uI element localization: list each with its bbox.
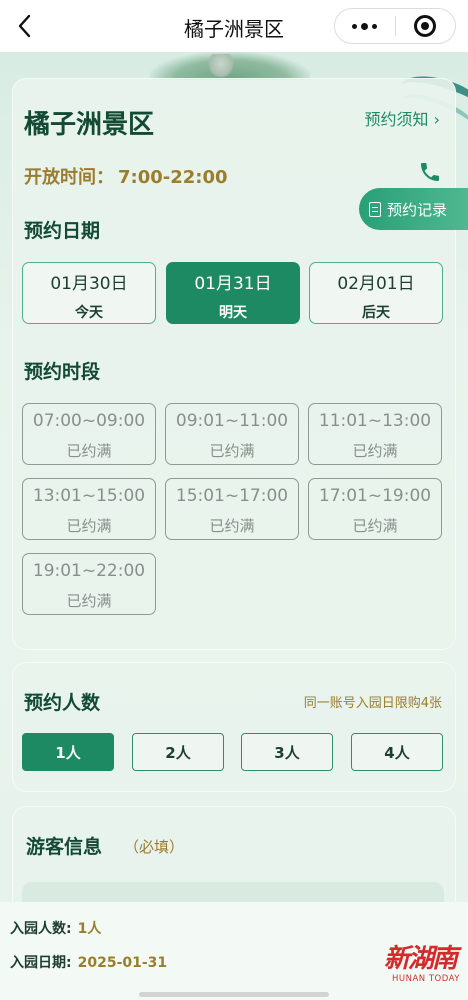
people-option-1[interactable]: 1人 [22,733,114,771]
people-section-title: 预约人数 [24,692,101,714]
time-slot[interactable]: 07:00~09:00 已约满 [22,403,156,465]
hunan-today-watermark: 新湖南 HUNAN TODAY [384,944,464,994]
date-option-today[interactable]: 01月30日 今天 [22,262,156,324]
date-section-title: 预约日期 [24,220,101,242]
date-option-day-after[interactable]: 02月01日 后天 [309,262,443,324]
booking-notice-link[interactable]: 预约须知 › [365,106,441,130]
booking-records-label: 预约记录 [387,200,448,219]
visitor-count-label: 入园人数: [10,921,72,937]
people-card [12,662,456,792]
people-option-2[interactable]: 2人 [132,733,224,771]
slot-time: 17:01~19:00 [318,486,432,506]
opening-hours: 开放时间： 7:00-22:00 [24,163,228,189]
document-icon [369,201,381,217]
watermark-en: HUNAN TODAY [392,974,460,984]
people-limit-note: 同一账号入园日限购4张 [303,696,442,711]
people-option-4[interactable]: 4人 [351,733,443,771]
more-menu-button[interactable] [335,9,395,43]
date-option-label: 明天 [219,305,247,321]
slot-status: 已约满 [209,442,255,460]
time-slot[interactable]: 09:01~11:00 已约满 [165,403,299,465]
scenic-name: 橘子洲景区 [24,110,155,140]
entry-date-label: 入园日期: [10,955,72,971]
slot-time: 13:01~15:00 [32,486,146,506]
date-option-date: 01月30日 [50,274,128,294]
date-option-label: 今天 [75,305,103,321]
slot-time: 09:01~11:00 [175,411,289,431]
visitor-count-row: 入园人数: 1人 [10,918,101,938]
slot-status: 已约满 [66,442,112,460]
slot-time: 07:00~09:00 [32,411,146,431]
slot-status: 已约满 [352,442,398,460]
phone-icon[interactable] [418,160,442,184]
time-slot[interactable]: 13:01~15:00 已约满 [22,478,156,540]
slot-status: 已约满 [352,517,398,535]
mini-program-capsule [334,8,456,44]
chevron-right-icon: › [428,110,440,129]
booking-notice-label: 预约须知 [364,110,429,129]
entry-date-value: 2025-01-31 [77,955,168,971]
close-program-button[interactable] [395,9,455,43]
date-option-tomorrow[interactable]: 01月31日 明天 [166,262,300,324]
booking-records-button[interactable]: 预约记录 [359,188,468,230]
time-slot[interactable]: 19:01~22:00 已约满 [22,553,156,615]
date-option-date: 01月31日 [194,274,272,294]
required-note: （必填） [124,838,185,856]
slot-time: 11:01~13:00 [318,411,432,431]
slot-status: 已约满 [66,517,112,535]
opening-hours-value: 7:00-22:00 [118,167,228,188]
entry-date-row: 入园日期: 2025-01-31 [10,952,167,972]
date-option-label: 后天 [362,305,390,321]
more-dots-icon [352,22,378,30]
people-option-3[interactable]: 3人 [241,733,333,771]
slot-time: 19:01~22:00 [32,561,146,581]
opening-hours-label: 开放时间： [24,167,114,188]
close-target-icon [414,15,437,37]
navigation-bar: 橘子洲景区 [0,0,468,52]
visitor-section-title: 游客信息 [26,836,103,858]
home-indicator [139,992,329,997]
statue-illustration [208,54,234,78]
time-slot[interactable]: 17:01~19:00 已约满 [308,478,442,540]
slot-section-title: 预约时段 [24,361,101,383]
slot-time: 15:01~17:00 [175,486,289,506]
time-slot[interactable]: 15:01~17:00 已约满 [165,478,299,540]
visitor-count-value: 1人 [77,921,102,937]
watermark-cn: 新湖南 [384,944,458,974]
slot-status: 已约满 [209,517,255,535]
date-option-date: 02月01日 [337,274,415,294]
time-slot[interactable]: 11:01~13:00 已约满 [308,403,442,465]
slot-status: 已约满 [66,592,112,610]
